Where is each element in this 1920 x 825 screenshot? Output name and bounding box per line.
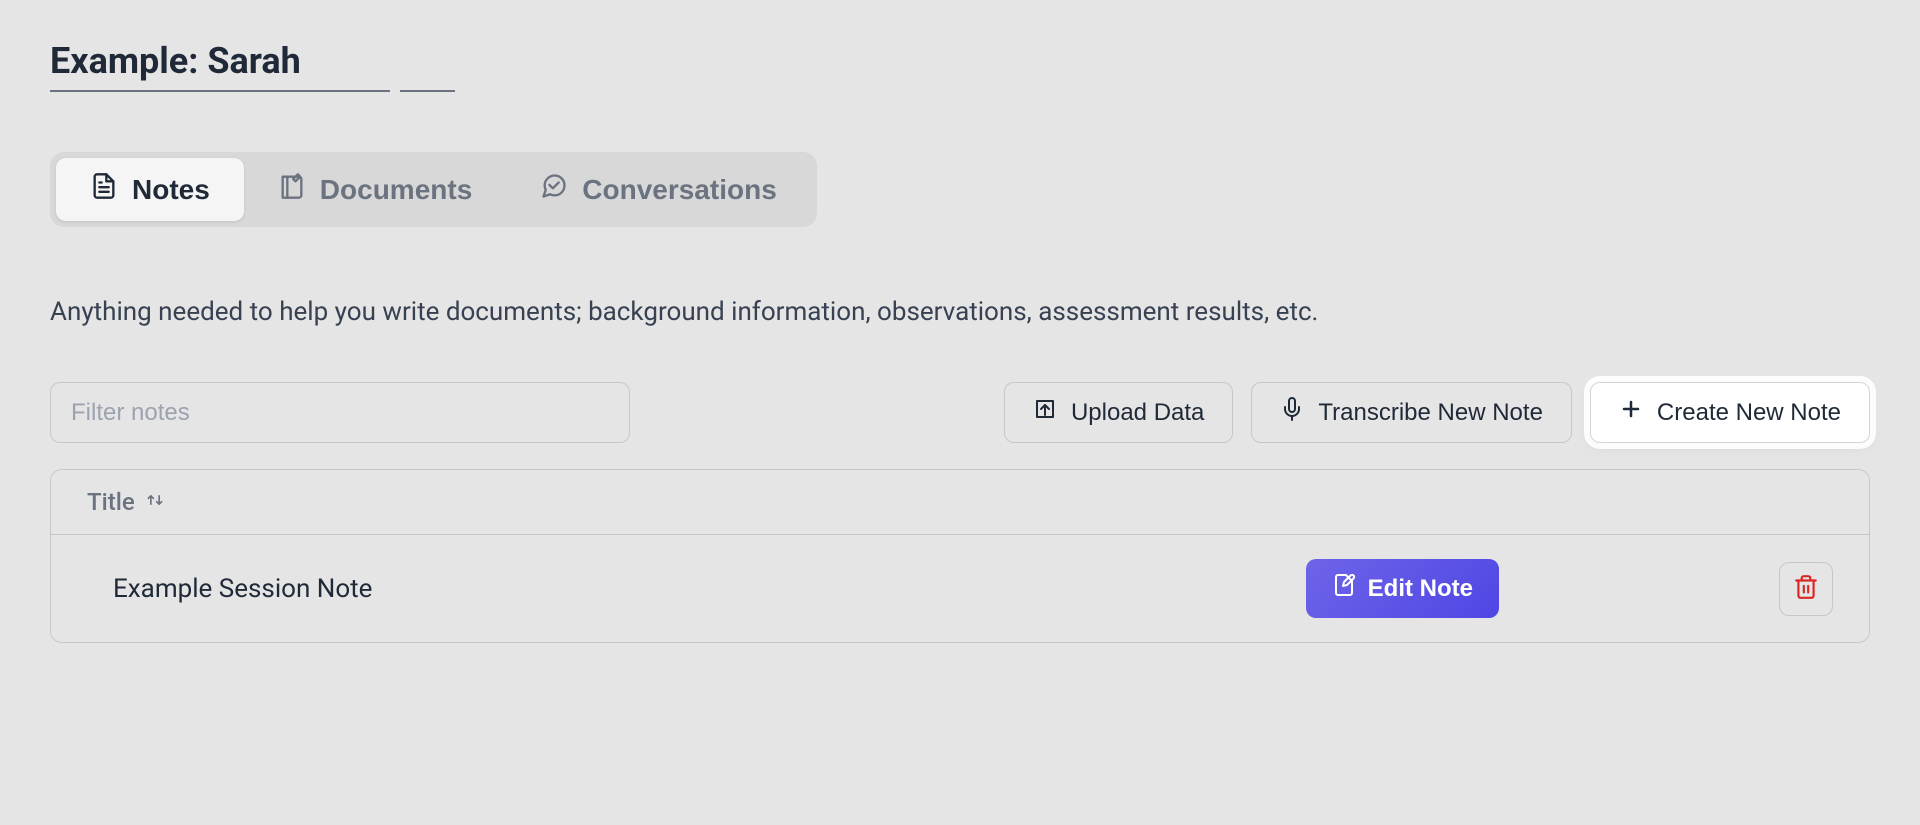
trash-icon (1793, 574, 1819, 603)
button-label: Edit Note (1368, 575, 1473, 603)
tab-documents[interactable]: Documents (244, 158, 506, 221)
tab-notes[interactable]: Notes (56, 158, 244, 221)
tab-label: Documents (320, 174, 472, 206)
column-header-title[interactable]: Title (87, 488, 165, 516)
edit-icon (1332, 573, 1356, 604)
column-label: Title (87, 488, 135, 516)
notes-table: Title Example Session Note Edit Note (50, 469, 1870, 643)
sort-icon (145, 488, 165, 516)
table-header: Title (51, 470, 1869, 535)
plus-icon (1619, 397, 1643, 428)
toolbar: Upload Data Transcribe New Note Create N… (50, 382, 1870, 443)
edit-note-button[interactable]: Edit Note (1306, 559, 1499, 618)
notebook-icon (278, 172, 306, 207)
button-label: Transcribe New Note (1318, 399, 1543, 427)
button-label: Upload Data (1071, 399, 1204, 427)
microphone-icon (1280, 397, 1304, 428)
chat-icon (540, 172, 568, 207)
tab-conversations[interactable]: Conversations (506, 158, 811, 221)
tab-label: Conversations (582, 174, 777, 206)
tab-bar: Notes Documents Conversations (50, 152, 817, 227)
upload-data-button[interactable]: Upload Data (1004, 382, 1233, 443)
button-label: Create New Note (1657, 399, 1841, 427)
page-title: Example: Sarah (50, 40, 301, 82)
tab-label: Notes (132, 174, 210, 206)
filter-notes-input[interactable] (50, 382, 630, 443)
table-row: Example Session Note Edit Note (51, 535, 1869, 642)
upload-icon (1033, 397, 1057, 428)
delete-note-button[interactable] (1779, 562, 1833, 616)
title-underline (50, 90, 1870, 92)
create-new-note-button[interactable]: Create New Note (1590, 382, 1870, 443)
note-title: Example Session Note (113, 574, 1306, 604)
file-text-icon (90, 172, 118, 207)
transcribe-note-button[interactable]: Transcribe New Note (1251, 382, 1572, 443)
section-description: Anything needed to help you write docume… (50, 297, 1870, 327)
